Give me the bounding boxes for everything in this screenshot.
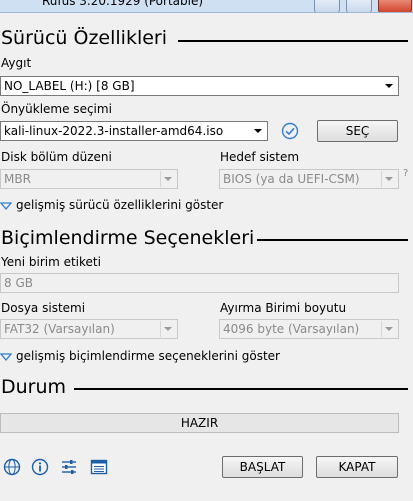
section-title-format-options: Biçimlendirme Seçenekleri [1, 227, 255, 249]
status-progress-bar: HAZIR [0, 413, 399, 433]
chevron-down-icon [381, 321, 393, 337]
target-system-label: Hedef sistem [220, 150, 300, 164]
boot-selection-value: kali-linux-2022.3-installer-amd64.iso [4, 124, 224, 138]
select-iso-button[interactable]: SEÇ [317, 120, 398, 142]
chevron-down-icon [381, 171, 393, 187]
partition-scheme-dropdown[interactable]: MBR [0, 169, 178, 189]
volume-label-label: Yeni birim etiketi [1, 255, 101, 269]
start-button[interactable]: BAŞLAT [222, 456, 303, 478]
close-window-button[interactable] [378, 0, 412, 12]
chevron-down-icon [385, 84, 393, 88]
title-bar: Rufus 3.20.1929 (Portable) [0, 0, 413, 13]
device-label: Aygıt [1, 56, 32, 70]
minimize-button[interactable] [314, 0, 340, 12]
volume-label-input[interactable]: 8 GB [0, 273, 399, 293]
advanced-drive-expander[interactable]: gelişmiş sürücü özelliklerini göster [0, 198, 223, 212]
info-icon[interactable] [31, 458, 49, 476]
partition-scheme-label: Disk bölüm düzeni [1, 150, 112, 164]
maximize-button[interactable] [346, 0, 372, 12]
section-divider [178, 40, 408, 42]
chevron-down-icon [160, 321, 172, 337]
section-title-status: Durum [1, 376, 67, 398]
log-icon[interactable] [90, 458, 108, 476]
close-button[interactable]: KAPAT [316, 456, 398, 478]
filesystem-dropdown[interactable]: FAT32 (Varsayılan) [0, 319, 178, 339]
volume-label-value: 8 GB [4, 276, 33, 290]
cluster-size-dropdown[interactable]: 4096 byte (Varsayılan) [219, 319, 399, 339]
window-title: Rufus 3.20.1929 (Portable) [42, 0, 204, 8]
filesystem-label: Dosya sistemi [1, 301, 86, 315]
boot-selection-label: Önyükleme seçimi [1, 102, 112, 116]
cluster-size-value: 4096 byte (Varsayılan) [223, 322, 360, 336]
settings-sliders-icon[interactable] [60, 458, 78, 476]
section-title-drive-properties: Sürücü Özellikleri [1, 27, 167, 49]
advanced-drive-label: gelişmiş sürücü özelliklerini göster [16, 198, 224, 212]
advanced-format-label: gelişmiş biçimlendirme seçeneklerini gös… [16, 349, 280, 363]
target-system-dropdown[interactable]: BIOS (ya da UEFI-CSM) [219, 169, 399, 189]
partition-scheme-value: MBR [4, 172, 31, 186]
globe-icon[interactable] [3, 458, 21, 476]
section-divider [74, 388, 408, 390]
device-dropdown[interactable]: NO_LABEL (H:) [8 GB] [0, 76, 399, 96]
chevron-down-icon [254, 129, 262, 133]
expand-chevron-icon [0, 201, 12, 210]
section-divider [257, 239, 408, 241]
chevron-down-icon [160, 171, 172, 187]
target-system-value: BIOS (ya da UEFI-CSM) [223, 172, 360, 186]
device-value: NO_LABEL (H:) [8 GB] [4, 79, 135, 93]
cluster-size-label: Ayırma Birimi boyutu [220, 301, 347, 315]
expand-chevron-icon [0, 352, 12, 361]
check-icon[interactable] [281, 122, 299, 140]
target-help-icon[interactable]: ? [403, 168, 408, 179]
filesystem-value: FAT32 (Varsayılan) [4, 322, 115, 336]
advanced-format-expander[interactable]: gelişmiş biçimlendirme seçeneklerini gös… [0, 349, 280, 363]
boot-selection-dropdown[interactable]: kali-linux-2022.3-installer-amd64.iso [0, 121, 268, 141]
